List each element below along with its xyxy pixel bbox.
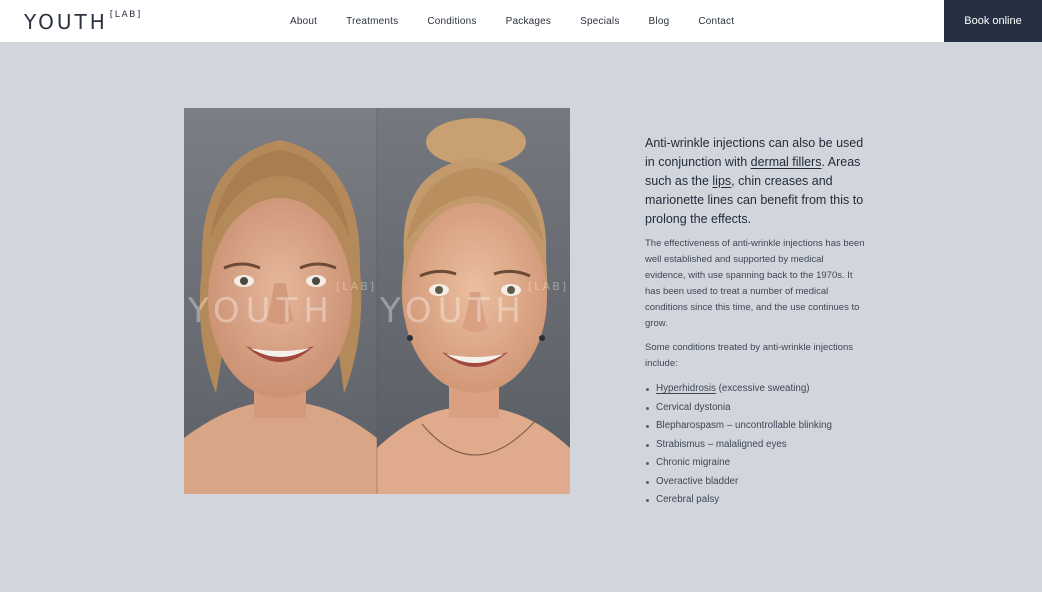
lead-paragraph: Anti-wrinkle injections can also be used…: [645, 134, 865, 229]
nav-treatments[interactable]: Treatments: [346, 16, 398, 27]
hyperhidrosis-link[interactable]: Hyperhidrosis: [656, 383, 716, 394]
list-item: Hyperhidrosis (excessive sweating): [645, 380, 865, 399]
watermark-right: YOUTH: [379, 291, 527, 331]
nav-contact[interactable]: Contact: [698, 16, 734, 27]
nav-specials[interactable]: Specials: [580, 16, 619, 27]
treatment-copy: Anti-wrinkle injections can also be used…: [645, 134, 865, 510]
main-nav: About Treatments Conditions Packages Spe…: [290, 0, 763, 42]
list-item: Overactive bladder: [645, 473, 865, 492]
effectiveness-paragraph: The effectiveness of anti-wrinkle inject…: [645, 238, 865, 329]
list-item: Chronic migraine: [645, 454, 865, 473]
brand-logo[interactable]: YOUTH [LAB]: [24, 10, 142, 34]
brand-suffix: [LAB]: [109, 10, 142, 21]
brand-name: YOUTH: [24, 10, 108, 34]
watermark-left: YOUTH: [187, 291, 335, 331]
watermark-right-suffix: [LAB]: [528, 280, 568, 293]
dermal-fillers-link[interactable]: dermal fillers: [751, 155, 822, 169]
site-header: YOUTH [LAB] About Treatments Conditions P…: [0, 0, 1042, 42]
lips-link[interactable]: lips: [712, 174, 731, 188]
conditions-intro: Some conditions treated by anti-wrinkle …: [645, 342, 854, 369]
watermark-left-suffix: [LAB]: [336, 280, 376, 293]
list-item: Strabismus – malaligned eyes: [645, 436, 865, 455]
nav-packages[interactable]: Packages: [506, 16, 552, 27]
nav-conditions[interactable]: Conditions: [427, 16, 476, 27]
list-item: Cerebral palsy: [645, 491, 865, 510]
list-item: Blepharospasm – uncontrollable blinking: [645, 417, 865, 436]
nav-blog[interactable]: Blog: [649, 16, 670, 27]
before-after-photo: YOUTH [LAB] YOUTH [LAB]: [184, 108, 570, 494]
nav-about[interactable]: About: [290, 16, 317, 27]
book-online-button[interactable]: Book online: [944, 0, 1042, 42]
list-item: Cervical dystonia: [645, 399, 865, 418]
conditions-list: Hyperhidrosis (excessive sweating) Cervi…: [645, 380, 865, 510]
list-item-text: (excessive sweating): [715, 383, 810, 394]
